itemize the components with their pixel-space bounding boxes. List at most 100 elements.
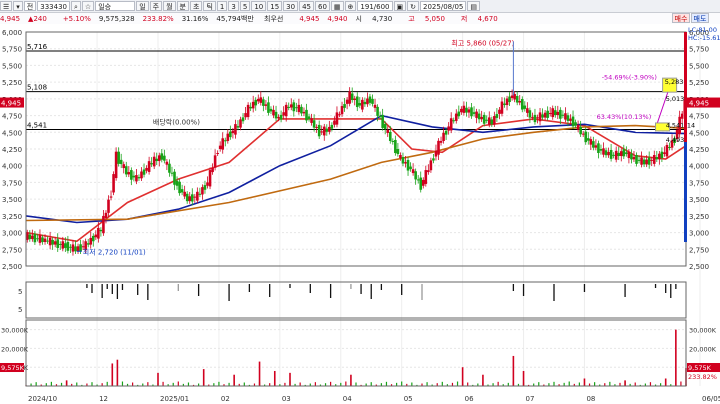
dividend-annotation: 배당락(0.00%)	[153, 117, 200, 126]
low-annotation: 최저 2,720 (11/01)	[83, 247, 146, 256]
period-day[interactable]: 일	[136, 1, 149, 11]
price-tick-left: 3,750	[2, 179, 22, 187]
candle-body	[609, 150, 613, 159]
candle-body	[358, 103, 362, 106]
candle-body	[548, 113, 552, 115]
candle-body	[493, 116, 496, 125]
volume-ratio-tag: 233.82%	[688, 373, 717, 381]
candle-body	[180, 189, 184, 193]
price-tick-right: 2,500	[689, 263, 709, 271]
candle-body	[86, 243, 90, 245]
period-month[interactable]: 월	[163, 1, 176, 11]
signal-tick-left: 5	[18, 306, 22, 314]
candle-body	[368, 96, 372, 103]
candle-body	[282, 112, 285, 116]
candle-body	[173, 171, 176, 185]
candle-body	[315, 126, 318, 128]
stock-chart[interactable]: 5,7165,1084,541 6,000 6,0005,750 5,7505,50…	[0, 24, 720, 404]
candle-body	[229, 131, 232, 138]
candle-body	[371, 98, 374, 104]
candle-body	[538, 112, 542, 122]
value-5013: 5,013	[666, 95, 685, 103]
candle-body	[175, 180, 179, 186]
candle-body	[630, 153, 633, 160]
period-week[interactable]: 주	[149, 1, 163, 11]
candle-body	[74, 246, 77, 252]
candle-body	[576, 124, 580, 130]
interval-3[interactable]: 3	[228, 1, 239, 11]
candle-body	[556, 111, 560, 116]
candle-body	[56, 239, 60, 248]
pin-icon[interactable]: ⊕	[344, 1, 357, 11]
candle-body	[236, 126, 240, 128]
time-tick: 05	[404, 395, 413, 403]
candle-body	[48, 237, 52, 246]
lock-icon[interactable]: ▣	[393, 1, 407, 11]
price-tick-right: 3,250	[689, 213, 709, 221]
sell-button[interactable]: 매도	[691, 13, 709, 23]
pct-down-annotation: -54.69%(-3.90%)	[602, 73, 657, 81]
period-minute[interactable]: 분	[176, 1, 189, 11]
candle-body	[607, 152, 610, 156]
candle-body	[216, 153, 219, 155]
candle-body	[117, 151, 120, 164]
candle-body	[343, 104, 346, 108]
candle-body	[434, 150, 438, 157]
refresh-icon[interactable]: ↻	[407, 1, 420, 11]
time-tick: 2024/10	[28, 395, 57, 403]
candle-body	[409, 166, 412, 170]
candle-body	[317, 124, 321, 137]
interval-5[interactable]: 5	[239, 1, 251, 11]
market-select[interactable]: 전	[23, 1, 37, 11]
window-menu-icon[interactable]: ☰	[0, 1, 13, 11]
interval-10[interactable]: 10	[251, 1, 267, 11]
date-input[interactable]: 2025/08/05	[420, 1, 467, 11]
candle-body	[127, 172, 131, 175]
volume: 9,575,328	[98, 14, 135, 23]
candle-body	[617, 152, 621, 157]
left-volume-tag: 9,575K	[1, 364, 25, 372]
price-tick-left: 4,000	[2, 163, 22, 171]
turnover: 31.16%	[181, 14, 209, 23]
price-change-pct: +5.10%	[62, 14, 91, 23]
time-tick: 06	[465, 395, 474, 403]
candle-body	[239, 119, 242, 128]
candle-body	[51, 239, 54, 245]
candle-body	[647, 157, 651, 165]
star-icon[interactable]: ☆	[81, 1, 95, 11]
interval-60[interactable]: 60	[315, 1, 330, 11]
interval-1[interactable]: 1	[216, 1, 228, 11]
price-tick-right: 4,750	[689, 113, 709, 121]
buy-button[interactable]: 매수	[672, 13, 690, 23]
candle-body	[312, 120, 316, 128]
candle-body	[480, 116, 483, 120]
period-tick[interactable]: 틱	[203, 1, 216, 11]
candle-body	[437, 140, 440, 155]
candle-body	[574, 122, 577, 126]
candle-body	[69, 246, 72, 248]
candle-body	[203, 185, 207, 190]
price-tick-left: 5,250	[2, 79, 22, 87]
interval-45[interactable]: 45	[299, 1, 314, 11]
period-second[interactable]: 초	[190, 1, 203, 11]
price-tick-left: 2,500	[2, 263, 22, 271]
stock-code-input[interactable]: 333430	[37, 1, 70, 11]
calendar-icon[interactable]: ▤	[467, 1, 480, 11]
candle-body	[614, 150, 618, 160]
grid-icon[interactable]: ▦	[330, 1, 344, 11]
candle-body	[376, 106, 379, 116]
candle-body	[439, 140, 443, 143]
candle-body	[421, 179, 425, 186]
candle-body	[454, 113, 458, 121]
candle-body	[411, 169, 415, 174]
interval-30[interactable]: 30	[283, 1, 299, 11]
price-tick-left: 2,750	[2, 246, 22, 254]
candle-body	[102, 216, 105, 234]
candle-body	[531, 116, 534, 118]
candle-body	[264, 104, 268, 106]
search-icon[interactable]: ⌕	[70, 1, 81, 11]
tool-icon[interactable]: ▾	[13, 1, 23, 11]
interval-15[interactable]: 15	[267, 1, 283, 11]
data-count[interactable]: 191/600	[357, 1, 393, 11]
candle-body	[221, 138, 225, 150]
